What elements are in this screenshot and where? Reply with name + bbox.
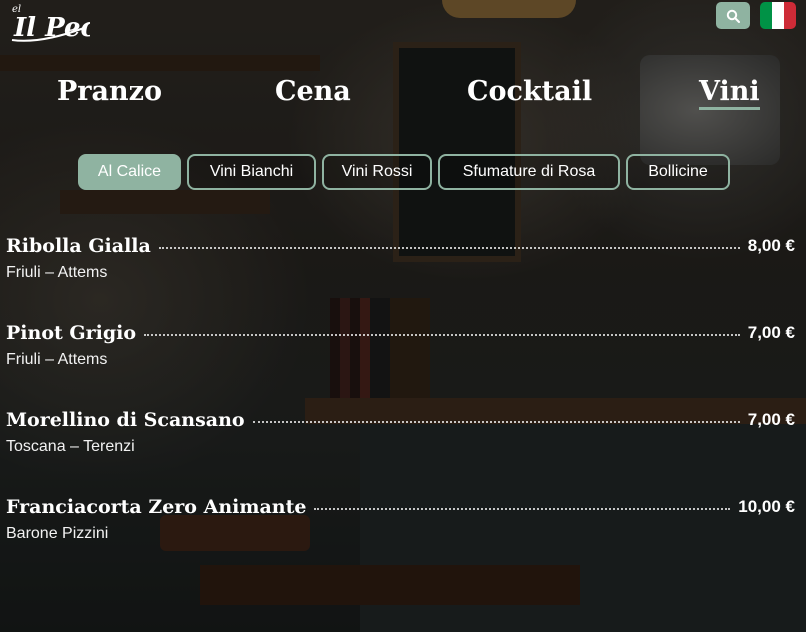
item-origin: Friuli – Attems	[6, 264, 108, 281]
main-nav: Pranzo Cena Cocktail Vini	[0, 70, 806, 116]
tab-sfumature-di-rosa[interactable]: Sfumature di Rosa	[438, 154, 620, 190]
wine-category-tabs: Al Calice Vini Bianchi Vini Rossi Sfumat…	[78, 154, 730, 190]
nav-vini[interactable]: Vini	[699, 76, 760, 110]
list-item: Ribolla Gialla 8,00 € Friuli – Attems	[6, 233, 795, 320]
tab-vini-bianchi[interactable]: Vini Bianchi	[187, 154, 316, 190]
search-icon	[726, 9, 740, 23]
tab-vini-rossi[interactable]: Vini Rossi	[322, 154, 432, 190]
list-item: Morellino di Scansano 7,00 € Toscana – T…	[6, 407, 795, 494]
wine-list: Ribolla Gialla 8,00 € Friuli – Attems Pi…	[6, 233, 795, 581]
search-button[interactable]	[716, 2, 750, 29]
list-item: Franciacorta Zero Animante 10,00 € Baron…	[6, 494, 795, 581]
flag-red-stripe	[784, 2, 796, 29]
logo-mark: el Il Peca	[11, 4, 113, 43]
item-name: Pinot Grigio	[6, 322, 137, 344]
item-price: 10,00 €	[738, 497, 795, 516]
logo[interactable]: el Il Peca	[10, 0, 113, 44]
item-row: Franciacorta Zero Animante 10,00 €	[6, 494, 795, 520]
item-price: 7,00 €	[747, 410, 795, 429]
item-name: Morellino di Scansano	[6, 409, 245, 431]
tab-bollicine[interactable]: Bollicine	[626, 154, 730, 190]
flag-white-stripe	[772, 2, 784, 29]
dotted-leader	[314, 508, 731, 510]
item-row: Pinot Grigio 7,00 €	[6, 320, 795, 346]
item-price: 8,00 €	[747, 236, 795, 255]
page-content: el Il Peca Pranzo Cena Cocktail Vini Al …	[0, 0, 806, 632]
item-name: Franciacorta Zero Animante	[6, 496, 307, 518]
dotted-leader	[144, 334, 740, 336]
item-row: Ribolla Gialla 8,00 €	[6, 233, 795, 259]
nav-cocktail[interactable]: Cocktail	[467, 76, 592, 107]
item-name: Ribolla Gialla	[6, 235, 151, 257]
dotted-leader	[158, 247, 740, 249]
item-origin: Barone Pizzini	[6, 525, 109, 542]
list-item: Pinot Grigio 7,00 € Friuli – Attems	[6, 320, 795, 407]
tab-al-calice[interactable]: Al Calice	[78, 154, 181, 190]
nav-cena[interactable]: Cena	[275, 76, 351, 107]
nav-pranzo[interactable]: Pranzo	[57, 76, 162, 107]
dotted-leader	[252, 421, 740, 423]
item-origin: Friuli – Attems	[6, 351, 108, 368]
item-row: Morellino di Scansano 7,00 €	[6, 407, 795, 433]
item-price: 7,00 €	[747, 323, 795, 342]
flag-green-stripe	[760, 2, 772, 29]
item-origin: Toscana – Terenzi	[6, 438, 135, 455]
italy-flag-icon[interactable]	[760, 2, 796, 29]
